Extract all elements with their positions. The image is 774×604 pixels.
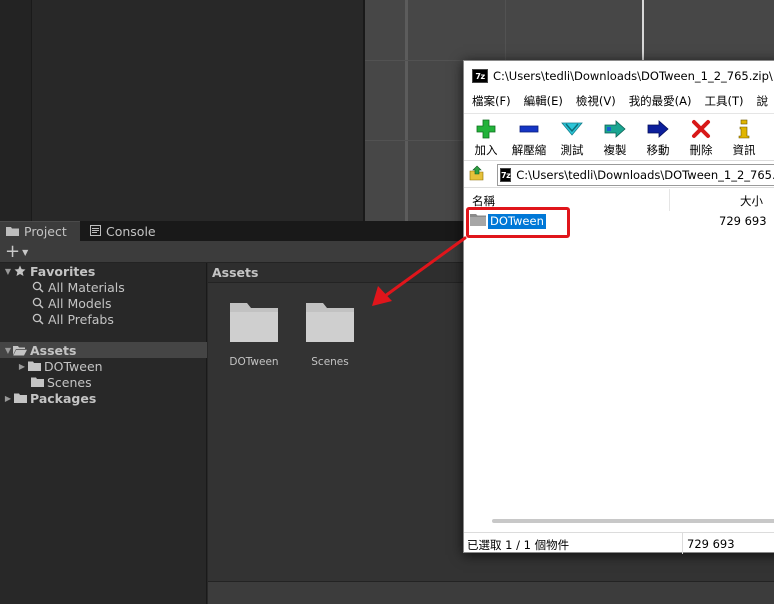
tree-item-label: All Models [48, 295, 112, 311]
menu-favorites[interactable]: 我的最愛(A) [621, 93, 697, 109]
sevenzip-app-icon: 7z [500, 168, 512, 182]
asset-label: DOTween [229, 356, 279, 368]
plus-icon: + [5, 241, 21, 262]
window-title-bar[interactable]: 7z C:\Users\tedli\Downloads\DOTween_1_2_… [464, 61, 774, 91]
add-button[interactable]: 加入 [464, 118, 508, 160]
tree-item-label: Assets [30, 342, 77, 358]
tree-item-label: Scenes [47, 374, 92, 390]
hierarchy-panel [0, 0, 363, 221]
star-icon [13, 264, 27, 278]
info-button[interactable]: 資訊 [722, 118, 766, 160]
address-field[interactable]: 7z C:\Users\tedli\Downloads\DOTween_1_2_… [497, 164, 774, 186]
expand-arrow-icon[interactable]: ▶ [3, 394, 13, 403]
tree-item-favorite[interactable]: All Models [0, 295, 207, 311]
tree-item-label: All Materials [48, 279, 125, 295]
delete-label: 刪除 [689, 143, 713, 157]
folder-icon [30, 375, 44, 389]
tree-item-label: Packages [30, 390, 97, 406]
copy-arrow-icon [593, 118, 637, 140]
expand-arrow-icon[interactable]: ▼ [3, 267, 13, 276]
copy-button[interactable]: 複製 [593, 118, 637, 160]
sevenzip-toolbar: 加入 解壓縮 測試 複製 移動 刪除 資訊 [464, 113, 774, 161]
horizontal-scrollbar[interactable] [492, 519, 774, 523]
add-label: 加入 [474, 143, 498, 157]
minus-icon [507, 118, 551, 140]
window-title: C:\Users\tedli\Downloads\DOTween_1_2_765… [493, 69, 773, 83]
copy-label: 複製 [603, 143, 627, 157]
move-button[interactable]: 移動 [636, 118, 680, 160]
column-size-header[interactable]: 大小 [740, 193, 763, 209]
tab-project[interactable]: Project [0, 221, 80, 241]
asset-folder-tile[interactable]: Scenes [298, 301, 362, 368]
tree-item-folder[interactable]: ▶ DOTween [0, 358, 207, 374]
tree-item-favorite[interactable]: All Materials [0, 279, 207, 295]
tree-item-label: All Prefabs [48, 311, 114, 327]
tab-console-label: Console [106, 223, 156, 239]
menu-tools[interactable]: 工具(T) [697, 93, 749, 109]
chevron-down-icon: ▼ [22, 248, 29, 257]
search-icon [31, 280, 45, 294]
scene-grid-line [405, 0, 408, 221]
plus-icon [464, 118, 508, 140]
folder-open-icon [13, 343, 27, 357]
extract-label: 解壓縮 [511, 143, 547, 157]
info-label: 資訊 [732, 143, 756, 157]
folder-icon [6, 224, 19, 239]
file-size: 729 693 [719, 214, 767, 228]
status-selection: 已選取 1 / 1 個物件 [467, 538, 570, 552]
sevenzip-app-icon: 7z [472, 69, 488, 83]
status-size: 729 693 [687, 537, 735, 551]
move-label: 移動 [646, 143, 670, 157]
console-icon [90, 224, 101, 239]
extract-button[interactable]: 解壓縮 [507, 118, 551, 160]
tree-item-favorites[interactable]: ▼ Favorites [0, 263, 207, 279]
project-folder-tree: ▼ Favorites All Materials All Models All… [0, 263, 207, 604]
menu-edit[interactable]: 編輯(E) [516, 93, 568, 109]
folder-icon [229, 303, 279, 346]
menu-view[interactable]: 檢視(V) [568, 93, 621, 109]
check-icon [550, 118, 594, 140]
sevenzip-window[interactable]: 7z C:\Users\tedli\Downloads\DOTween_1_2_… [463, 60, 774, 554]
assets-footer-bar [208, 581, 774, 604]
search-icon [31, 312, 45, 326]
tree-item-label: Favorites [30, 263, 96, 279]
address-bar: 7z C:\Users\tedli\Downloads\DOTween_1_2_… [464, 162, 774, 188]
test-button[interactable]: 測試 [550, 118, 594, 160]
panel-edge [0, 0, 32, 221]
folder-icon [27, 359, 41, 373]
menu-bar: 檔案(F) 編輯(E) 檢視(V) 我的最愛(A) 工具(T) 說 [464, 91, 774, 111]
up-folder-button[interactable] [464, 163, 490, 187]
menu-help[interactable]: 說 [749, 93, 774, 109]
menu-file[interactable]: 檔案(F) [464, 93, 516, 109]
column-divider[interactable] [669, 189, 670, 211]
tree-item-folder[interactable]: Scenes [0, 374, 207, 390]
test-label: 測試 [560, 143, 584, 157]
delete-button[interactable]: 刪除 [679, 118, 723, 160]
folder-icon [305, 303, 355, 346]
delete-x-icon [679, 118, 723, 140]
tree-item-label: DOTween [44, 358, 103, 374]
tree-item-favorite[interactable]: All Prefabs [0, 311, 207, 327]
highlight-annotation-box [466, 207, 570, 238]
folder-up-icon [469, 165, 485, 184]
status-divider [682, 533, 683, 554]
expand-arrow-icon[interactable]: ▼ [3, 346, 13, 355]
status-bar: 已選取 1 / 1 個物件 729 693 [464, 532, 774, 554]
address-text: C:\Users\tedli\Downloads\DOTween_1_2_765… [516, 168, 774, 182]
asset-label: Scenes [311, 356, 349, 368]
asset-folder-tile[interactable]: DOTween [222, 301, 286, 368]
expand-arrow-icon[interactable]: ▶ [17, 362, 27, 371]
info-icon [722, 118, 766, 140]
tab-console[interactable]: Console [82, 221, 162, 241]
search-icon [31, 296, 45, 310]
move-arrow-icon [636, 118, 680, 140]
tab-project-label: Project [24, 224, 67, 239]
folder-icon [13, 391, 27, 405]
tree-item-packages[interactable]: ▶ Packages [0, 390, 207, 406]
create-dropdown-button[interactable]: + ▼ [5, 242, 33, 262]
tree-item-assets[interactable]: ▼ Assets [0, 342, 207, 358]
